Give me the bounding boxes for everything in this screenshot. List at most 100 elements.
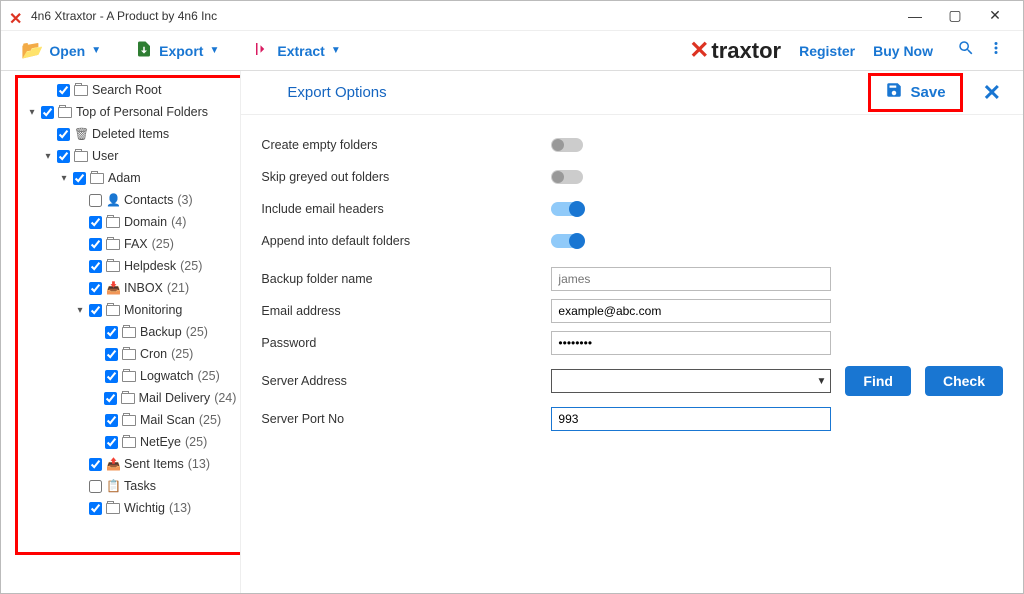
tree-checkbox[interactable] <box>89 502 102 515</box>
window-titlebar: ✕ 4n6 Xtraxtor - A Product by 4n6 Inc — … <box>1 1 1023 31</box>
tree-item[interactable]: Mail Scan (25) <box>5 409 236 431</box>
password-input[interactable] <box>551 331 831 355</box>
tree-checkbox[interactable] <box>89 282 102 295</box>
tree-item[interactable]: Wichtig (13) <box>5 497 236 519</box>
tree-count: (25) <box>171 347 193 361</box>
extract-button[interactable]: Extract ▼ <box>245 36 348 65</box>
tree-item[interactable]: NetEye (25) <box>5 431 236 453</box>
tree-item[interactable]: FAX (25) <box>5 233 236 255</box>
caret-down-icon: ▼ <box>209 45 219 56</box>
create-empty-folders-toggle[interactable] <box>551 138 583 152</box>
tree-label: Deleted Items <box>92 127 169 141</box>
tree-label: Adam <box>108 171 141 185</box>
save-label: Save <box>911 84 946 101</box>
tree-checkbox[interactable] <box>105 414 118 427</box>
maximize-button[interactable]: ▢ <box>935 2 975 30</box>
tree-checkbox[interactable] <box>89 260 102 273</box>
tree-item[interactable]: Cron (25) <box>5 343 236 365</box>
append-default-toggle[interactable] <box>551 234 583 248</box>
export-button[interactable]: Export ▼ <box>127 36 227 65</box>
server-port-input[interactable] <box>551 407 831 431</box>
minimize-button[interactable]: — <box>895 2 935 30</box>
skip-greyed-toggle[interactable] <box>551 170 583 184</box>
tree-item[interactable]: 🗑Deleted Items <box>5 123 236 145</box>
tree-item[interactable]: ▾Top of Personal Folders <box>5 101 236 123</box>
expand-icon[interactable]: ▾ <box>27 107 37 118</box>
tree-count: (25) <box>199 413 221 427</box>
tree-checkbox[interactable] <box>89 238 102 251</box>
include-headers-toggle[interactable] <box>551 202 583 216</box>
tree-checkbox[interactable] <box>89 480 102 493</box>
tree-label: Tasks <box>124 479 156 493</box>
tree-label: FAX <box>124 237 148 251</box>
tree-label: Helpdesk <box>124 259 176 273</box>
tree-label: Wichtig <box>124 501 165 515</box>
tree-item[interactable]: ▾ User <box>5 145 236 167</box>
backup-folder-input[interactable] <box>551 267 831 291</box>
tree-checkbox[interactable] <box>89 194 102 207</box>
expand-icon[interactable]: ▾ <box>75 305 85 316</box>
find-button[interactable]: Find <box>845 366 911 396</box>
tree-checkbox[interactable] <box>105 348 118 361</box>
tree-checkbox[interactable] <box>105 436 118 449</box>
tree-count: (25) <box>185 435 207 449</box>
brand-logo: ✕ traxtor <box>689 36 781 65</box>
tree-label: Logwatch <box>140 369 194 383</box>
tree-item[interactable]: 📋Tasks <box>5 475 236 497</box>
tree-label: Domain <box>124 215 167 229</box>
tree-item[interactable]: 📤Sent Items (13) <box>5 453 236 475</box>
tree-checkbox[interactable] <box>57 150 70 163</box>
server-address-combo[interactable]: ▼ <box>551 369 831 393</box>
tree-item[interactable]: 📥INBOX (21) <box>5 277 236 299</box>
export-options-panel: Export Options Save ✕ Create empty folde… <box>241 71 1023 593</box>
tree-checkbox[interactable] <box>104 392 117 405</box>
tree-label: Contacts <box>124 193 173 207</box>
tree-item[interactable]: Domain (4) <box>5 211 236 233</box>
email-label: Email address <box>261 304 551 318</box>
tree-item[interactable]: Logwatch (25) <box>5 365 236 387</box>
email-input[interactable] <box>551 299 831 323</box>
tree-count: (25) <box>186 325 208 339</box>
tree-label: NetEye <box>140 435 181 449</box>
close-window-button[interactable]: ✕ <box>975 2 1015 30</box>
register-link[interactable]: Register <box>799 43 855 59</box>
open-button[interactable]: 📂 Open ▼ <box>13 36 109 65</box>
extract-label: Extract <box>277 43 324 59</box>
tree-checkbox[interactable] <box>89 304 102 317</box>
tree-item[interactable]: Backup (25) <box>5 321 236 343</box>
tree-checkbox[interactable] <box>89 458 102 471</box>
tree-checkbox[interactable] <box>41 106 54 119</box>
tree-count: (25) <box>180 259 202 273</box>
tree-label: Search Root <box>92 83 161 97</box>
tree-checkbox[interactable] <box>57 128 70 141</box>
check-button[interactable]: Check <box>925 366 1003 396</box>
tree-item[interactable]: ▾ Monitoring <box>5 299 236 321</box>
tree-item[interactable]: 👤Contacts (3) <box>5 189 236 211</box>
tree-checkbox[interactable] <box>57 84 70 97</box>
app-icon: ✕ <box>9 9 23 23</box>
caret-down-icon: ▼ <box>91 45 101 56</box>
tree-item[interactable]: Search Root <box>5 79 236 101</box>
tree-item[interactable]: ▾ Adam <box>5 167 236 189</box>
tree-label: Backup <box>140 325 182 339</box>
create-empty-folders-label: Create empty folders <box>261 138 551 152</box>
tree-label: User <box>92 149 118 163</box>
close-panel-button[interactable]: ✕ <box>977 80 1007 106</box>
server-port-label: Server Port No <box>261 412 551 426</box>
tree-checkbox[interactable] <box>89 216 102 229</box>
tree-checkbox[interactable] <box>105 326 118 339</box>
buy-now-link[interactable]: Buy Now <box>873 43 933 59</box>
tree-item[interactable]: Helpdesk (25) <box>5 255 236 277</box>
tree-count: (3) <box>177 193 192 207</box>
append-default-label: Append into default folders <box>261 234 551 248</box>
tree-checkbox[interactable] <box>73 172 86 185</box>
tree-checkbox[interactable] <box>105 370 118 383</box>
save-button[interactable]: Save <box>868 73 963 112</box>
folder-tree-sidebar: Search Root ▾Top of Personal Folders🗑Dele… <box>1 71 241 593</box>
more-icon[interactable] <box>981 39 1011 62</box>
expand-icon[interactable]: ▾ <box>59 173 69 184</box>
search-icon[interactable] <box>951 39 981 62</box>
tree-label: Monitoring <box>124 303 182 317</box>
tree-item[interactable]: Mail Delivery (24) <box>5 387 236 409</box>
expand-icon[interactable]: ▾ <box>43 151 53 162</box>
